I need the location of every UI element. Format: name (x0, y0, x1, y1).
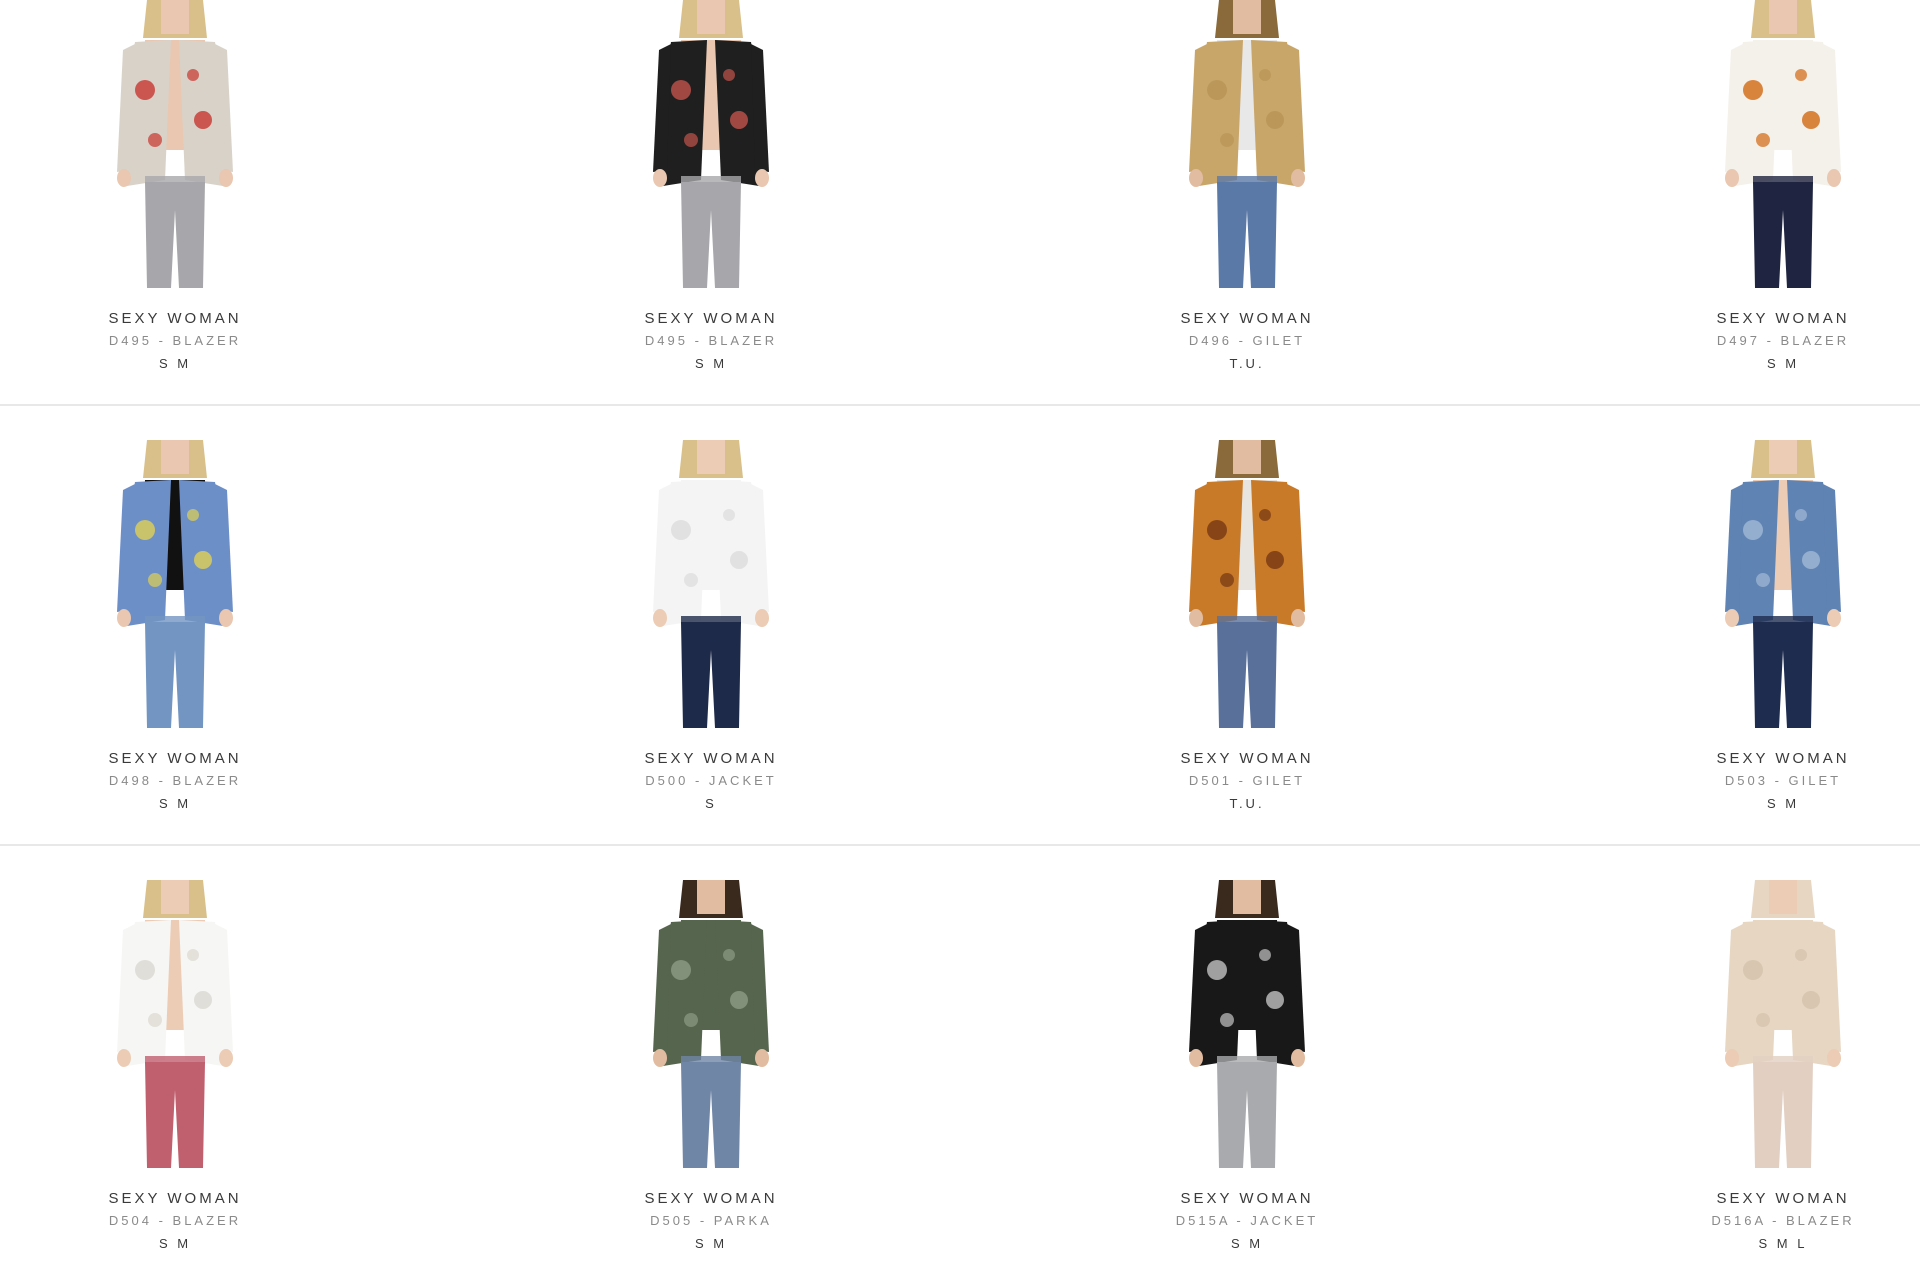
product-model[interactable]: D516A - BLAZER (1603, 1213, 1920, 1228)
product-image[interactable] (1683, 440, 1883, 728)
product-grid: SEXY WOMAN D495 - BLAZER S M SEXY WOMAN D495… (0, 0, 1920, 1262)
product-model[interactable]: D495 - BLAZER (0, 333, 355, 348)
product-sizes: T.U. (1229, 796, 1265, 811)
product-brand[interactable]: SEXY WOMAN (0, 750, 355, 767)
product-model[interactable]: D503 - GILET (1603, 773, 1920, 788)
product-sizes: S M (1766, 796, 1800, 811)
product-sizes: S M (1766, 356, 1800, 371)
product-sizes: S M (694, 1236, 728, 1251)
product-model[interactable]: D504 - BLAZER (0, 1213, 355, 1228)
product-card[interactable]: SEXY WOMAN D501 - GILET T.U. (1067, 440, 1427, 830)
product-brand[interactable]: SEXY WOMAN (531, 750, 891, 767)
product-brand[interactable]: SEXY WOMAN (1603, 310, 1920, 327)
product-image[interactable] (75, 0, 275, 288)
product-card[interactable]: SEXY WOMAN D498 - BLAZER S M (0, 440, 355, 830)
row-divider (0, 404, 1920, 406)
product-sizes: S M (158, 356, 192, 371)
product-card[interactable]: SEXY WOMAN D495 - BLAZER S M (0, 0, 355, 390)
product-sizes: T.U. (1229, 356, 1265, 371)
product-image[interactable] (611, 0, 811, 288)
product-brand[interactable]: SEXY WOMAN (0, 310, 355, 327)
product-card[interactable]: SEXY WOMAN D516A - BLAZER S M L (1603, 880, 1920, 1262)
product-model[interactable]: D497 - BLAZER (1603, 333, 1920, 348)
product-image[interactable] (75, 440, 275, 728)
product-brand[interactable]: SEXY WOMAN (1067, 750, 1427, 767)
product-card[interactable]: SEXY WOMAN D503 - GILET S M (1603, 440, 1920, 830)
product-brand[interactable]: SEXY WOMAN (531, 1190, 891, 1207)
product-sizes: S M (158, 796, 192, 811)
product-card[interactable]: SEXY WOMAN D504 - BLAZER S M (0, 880, 355, 1262)
product-card[interactable]: SEXY WOMAN D495 - BLAZER S M (531, 0, 891, 390)
product-image[interactable] (611, 880, 811, 1168)
product-brand[interactable]: SEXY WOMAN (1067, 310, 1427, 327)
product-sizes: S (705, 796, 717, 811)
product-card[interactable]: SEXY WOMAN D497 - BLAZER S M (1603, 0, 1920, 390)
product-brand[interactable]: SEXY WOMAN (1067, 1190, 1427, 1207)
product-sizes: S M (1230, 1236, 1264, 1251)
product-brand[interactable]: SEXY WOMAN (531, 310, 891, 327)
product-model[interactable]: D498 - BLAZER (0, 773, 355, 788)
product-card[interactable]: SEXY WOMAN D496 - GILET T.U. (1067, 0, 1427, 390)
product-image[interactable] (1147, 0, 1347, 288)
product-sizes: S M (158, 1236, 192, 1251)
product-sizes: S M (694, 356, 728, 371)
product-image[interactable] (1683, 0, 1883, 288)
product-model[interactable]: D496 - GILET (1067, 333, 1427, 348)
product-brand[interactable]: SEXY WOMAN (0, 1190, 355, 1207)
product-model[interactable]: D515A - JACKET (1067, 1213, 1427, 1228)
product-brand[interactable]: SEXY WOMAN (1603, 750, 1920, 767)
row-divider (0, 844, 1920, 846)
product-image[interactable] (1683, 880, 1883, 1168)
product-image[interactable] (611, 440, 811, 728)
product-model[interactable]: D500 - JACKET (531, 773, 891, 788)
product-model[interactable]: D501 - GILET (1067, 773, 1427, 788)
product-image[interactable] (1147, 880, 1347, 1168)
product-card[interactable]: SEXY WOMAN D515A - JACKET S M (1067, 880, 1427, 1262)
product-model[interactable]: D505 - PARKA (531, 1213, 891, 1228)
product-model[interactable]: D495 - BLAZER (531, 333, 891, 348)
product-brand[interactable]: SEXY WOMAN (1603, 1190, 1920, 1207)
product-card[interactable]: SEXY WOMAN D500 - JACKET S (531, 440, 891, 830)
product-card[interactable]: SEXY WOMAN D505 - PARKA S M (531, 880, 891, 1262)
product-image[interactable] (1147, 440, 1347, 728)
product-sizes: S M L (1758, 1236, 1808, 1251)
product-image[interactable] (75, 880, 275, 1168)
